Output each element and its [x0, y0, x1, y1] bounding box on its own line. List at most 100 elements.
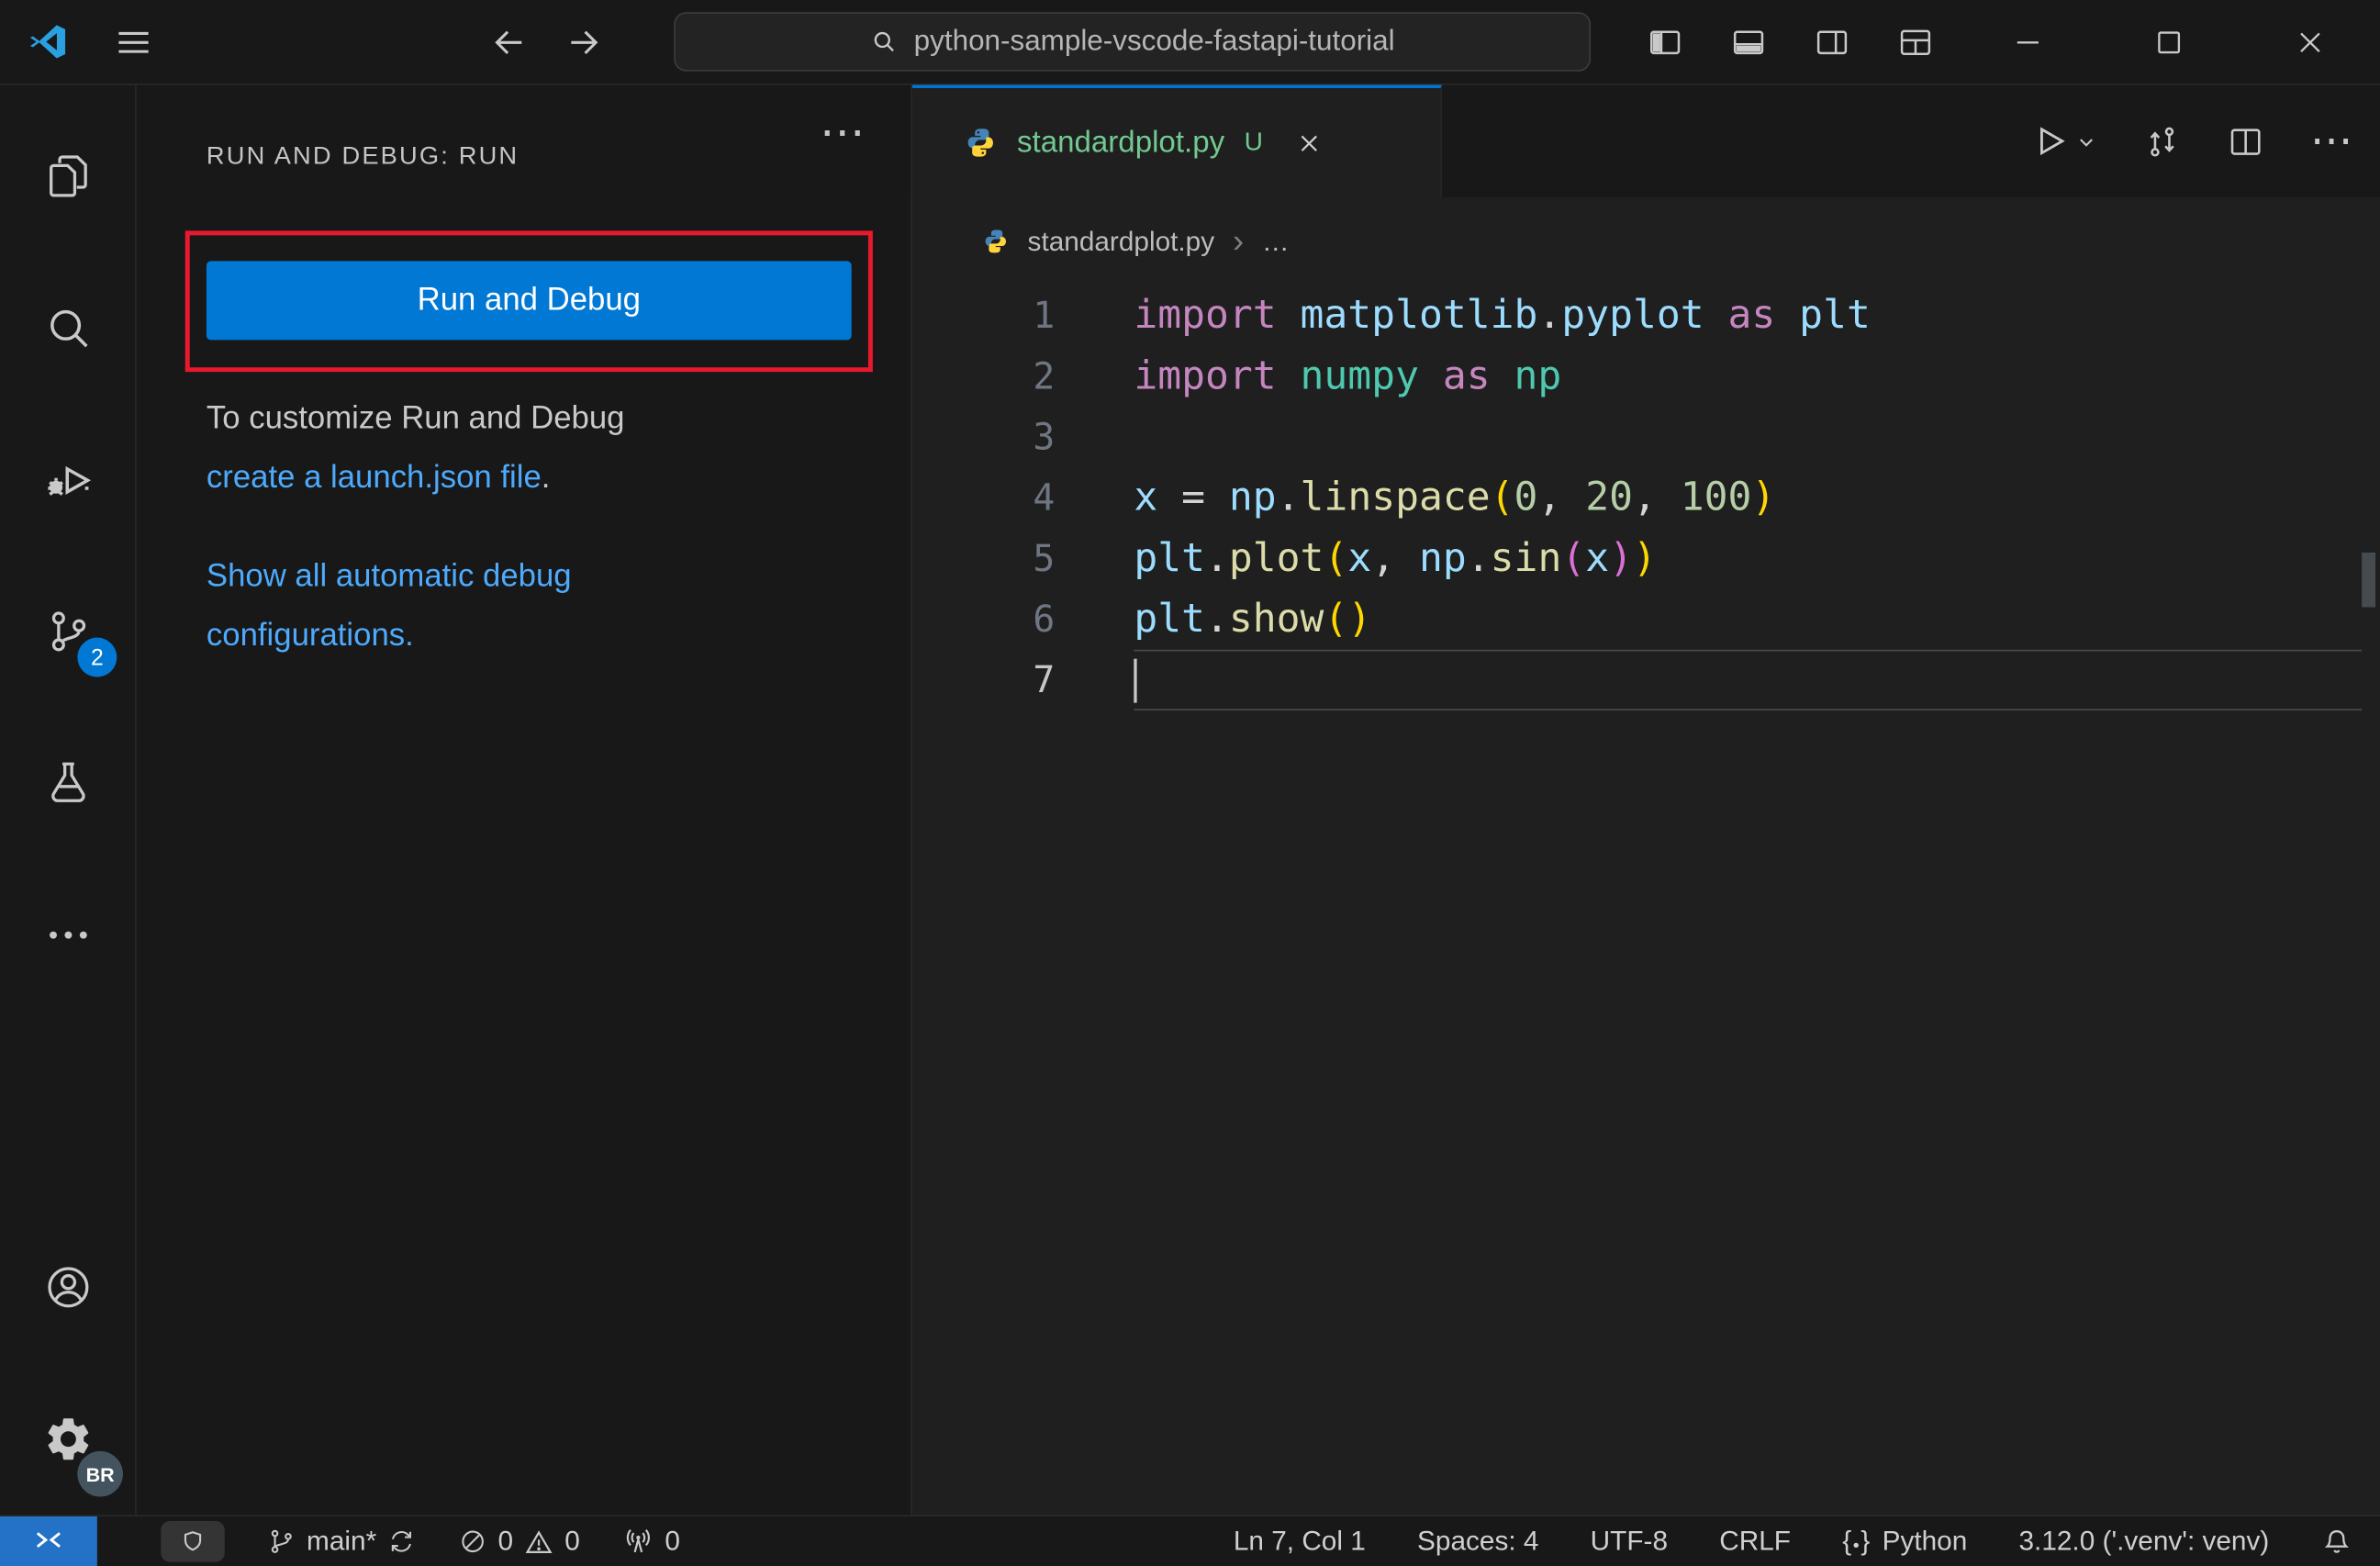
line-number: 5 — [1033, 537, 1056, 580]
line-number: 7 — [1033, 658, 1056, 702]
tab-close-icon[interactable] — [1295, 129, 1324, 157]
errors-icon — [458, 1527, 486, 1556]
radio-tower-icon — [622, 1526, 654, 1558]
python-file-icon-small — [982, 228, 1010, 255]
settings-button[interactable]: BR — [0, 1363, 135, 1515]
customize-layout-icon[interactable] — [1873, 0, 1957, 85]
auto-configs-period: . — [405, 618, 414, 654]
editor-more-actions-icon[interactable]: ⋯ — [2310, 119, 2352, 162]
accounts-button[interactable] — [0, 1212, 135, 1363]
language-status[interactable]: {•} Python — [1842, 1526, 1967, 1558]
breadcrumb-chevron-icon: › — [1232, 221, 1245, 260]
code-line-content[interactable]: import matplotlib.pyplot as plt — [1134, 285, 2362, 346]
toggle-sidebar-icon[interactable] — [1623, 0, 1706, 85]
tab-label: standardplot.py — [1016, 125, 1225, 159]
forward-arrow-icon[interactable] — [564, 22, 604, 62]
line-number: 2 — [1033, 354, 1056, 398]
show-auto-configs-link[interactable]: Show all automatic debug configurations — [207, 559, 572, 654]
notifications-bell-icon[interactable] — [2321, 1526, 2353, 1558]
sidebar-item-source-control[interactable]: 2 — [0, 555, 135, 707]
code-line[interactable]: 6 plt.show() — [912, 589, 2380, 650]
split-editor-icon[interactable] — [2227, 122, 2264, 160]
run-and-debug-button[interactable]: Run and Debug — [206, 261, 852, 341]
git-status-badge: U — [1244, 127, 1263, 157]
eol-status[interactable]: CRLF — [1719, 1526, 1791, 1558]
code-line-content[interactable]: plt.show() — [1134, 589, 2362, 650]
customize-hint-period: . — [541, 460, 551, 496]
more-views-icon — [41, 910, 93, 961]
status-bar: main* 0 0 0 Ln 7, Col 1 Spaces: 4 UTF-8 … — [0, 1515, 2380, 1566]
sidebar-item-testing[interactable] — [0, 708, 135, 859]
menu-icon[interactable] — [114, 22, 153, 62]
testing-beaker-icon — [41, 757, 93, 809]
code-line-content[interactable]: x = np.linspace(0, 20, 100) — [1134, 467, 2362, 528]
profile-badge: BR — [77, 1450, 123, 1497]
sidebar-item-more[interactable] — [0, 859, 135, 1011]
tab-standardplot[interactable]: standardplot.py U — [911, 84, 1443, 197]
breadcrumb: standardplot.py › … — [912, 197, 2380, 285]
ports-status[interactable]: 0 — [622, 1526, 680, 1558]
customize-hint: To customize Run and Debug create a laun… — [207, 388, 761, 507]
breadcrumb-file[interactable]: standardplot.py — [1028, 226, 1215, 258]
code-editor[interactable]: 1 import matplotlib.pyplot as plt 2 import … — [912, 285, 2380, 1515]
close-button[interactable] — [2239, 0, 2380, 85]
sidebar-item-explorer[interactable] — [0, 100, 135, 252]
open-changes-icon[interactable] — [2143, 122, 2181, 160]
braces-icon: {•} — [1842, 1525, 1872, 1557]
shield-icon — [179, 1527, 207, 1555]
explorer-icon — [41, 151, 93, 202]
git-branch-status[interactable]: main* — [267, 1526, 416, 1558]
breadcrumb-symbol-ellipsis[interactable]: … — [1262, 226, 1290, 258]
customize-hint-text: To customize Run and Debug — [206, 400, 625, 436]
indentation-status[interactable]: Spaces: 4 — [1417, 1526, 1538, 1558]
sync-icon — [387, 1527, 416, 1556]
activity-bar: 2 BR — [0, 84, 137, 1516]
scrollbar-decoration[interactable] — [2362, 552, 2376, 608]
branch-name: main* — [307, 1525, 377, 1557]
code-line-content[interactable] — [1134, 649, 2363, 710]
toggle-secondary-sidebar-icon[interactable] — [1790, 0, 1873, 85]
code-line[interactable]: 5 plt.plot(x, np.sin(x)) — [912, 528, 2380, 588]
code-line-content[interactable]: plt.plot(x, np.sin(x)) — [1134, 528, 2362, 588]
editor-group: standardplot.py U ⋯ standardplot.py › … … — [911, 84, 2380, 1516]
code-line[interactable]: 4 x = np.linspace(0, 20, 100) — [912, 467, 2380, 528]
ports-count: 0 — [665, 1525, 680, 1557]
sidebar-title: RUN AND DEBUG: RUN — [206, 142, 520, 171]
code-line[interactable]: 3 — [912, 407, 2380, 467]
workspace-trust-button[interactable] — [161, 1521, 225, 1562]
code-line[interactable]: 7 — [912, 649, 2380, 710]
python-interpreter-status[interactable]: 3.12.0 ('.venv': venv) — [2018, 1526, 2269, 1558]
branch-icon — [267, 1527, 296, 1556]
back-arrow-icon[interactable] — [488, 22, 528, 62]
language-name: Python — [1882, 1525, 1968, 1557]
code-line[interactable]: 2 import numpy as np — [912, 346, 2380, 407]
search-icon — [870, 28, 899, 56]
encoding-status[interactable]: UTF-8 — [1591, 1526, 1668, 1558]
code-line-content[interactable] — [1134, 407, 2362, 467]
maximize-button[interactable] — [2097, 0, 2239, 85]
vscode-logo-icon — [28, 21, 69, 62]
cursor-position-status[interactable]: Ln 7, Col 1 — [1234, 1526, 1366, 1558]
run-python-file-button[interactable] — [2029, 121, 2097, 161]
minimize-button[interactable] — [1957, 0, 2098, 85]
toggle-panel-icon[interactable] — [1706, 0, 1790, 85]
python-file-icon — [964, 126, 997, 159]
run-icon — [2029, 121, 2069, 161]
code-line[interactable]: 1 import matplotlib.pyplot as plt — [912, 285, 2380, 346]
search-sidebar-icon — [41, 302, 93, 353]
source-control-badge: 2 — [77, 637, 117, 677]
command-center-search[interactable]: python-sample-vscode-fastapi-tutorial — [674, 12, 1592, 72]
warnings-icon — [524, 1527, 554, 1557]
line-number: 3 — [1033, 416, 1056, 459]
code-line-content[interactable]: import numpy as np — [1134, 346, 2362, 407]
remote-indicator[interactable] — [0, 1516, 97, 1566]
tab-bar: standardplot.py U ⋯ — [911, 84, 2380, 197]
problems-status[interactable]: 0 0 — [458, 1526, 580, 1558]
launch-json-link[interactable]: create a launch.json file — [207, 460, 542, 495]
sidebar-item-run-and-debug[interactable] — [0, 404, 135, 555]
sidebar-item-search[interactable] — [0, 252, 135, 404]
editor-actions: ⋯ — [2029, 85, 2380, 197]
sidebar-more-actions-icon[interactable]: ⋯ — [820, 106, 866, 160]
run-and-debug-icon — [41, 453, 93, 505]
run-dropdown-chevron-icon[interactable] — [2075, 129, 2098, 152]
